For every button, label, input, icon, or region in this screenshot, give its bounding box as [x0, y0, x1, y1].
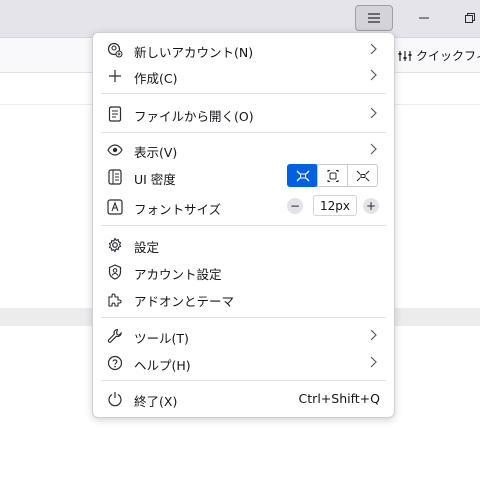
chevron-right-icon — [370, 43, 377, 55]
puzzle-icon — [106, 290, 124, 308]
chevron-right-icon — [370, 356, 377, 368]
menu-item-new-account[interactable]: 新しいアカウント(N) — [101, 37, 386, 63]
hamburger-icon — [368, 13, 380, 23]
filter-sliders-icon — [398, 50, 412, 61]
menu-item-quit[interactable]: 終了(X) Ctrl+Shift+Q — [101, 386, 386, 412]
menu-item-settings[interactable]: 設定 — [101, 232, 386, 258]
menu-item-ui-density: UI 密度 — [101, 164, 386, 190]
chevron-right-icon — [370, 143, 377, 155]
wrench-icon — [106, 327, 124, 345]
menu-separator — [101, 317, 386, 318]
minimize-button[interactable] — [412, 6, 436, 30]
density-toggle-group — [287, 164, 378, 188]
chevron-right-icon — [370, 107, 377, 119]
menu-item-label: UI 密度 — [134, 172, 176, 187]
density-compact-button[interactable] — [287, 164, 318, 187]
app-menu-button[interactable] — [355, 5, 393, 31]
menu-item-label: 作成(C) — [134, 71, 178, 86]
eye-icon — [106, 141, 124, 159]
restore-icon — [465, 13, 475, 23]
quick-filter-button[interactable]: クイックフィル — [398, 47, 480, 64]
touch-density-icon — [356, 170, 369, 181]
layout-icon — [106, 168, 124, 186]
menu-item-label: 新しいアカウント(N) — [134, 45, 254, 60]
menu-item-label: アカウント設定 — [134, 267, 222, 282]
menu-item-view[interactable]: 表示(V) — [101, 137, 386, 163]
chevron-right-icon — [370, 329, 377, 341]
normal-density-icon — [327, 169, 338, 182]
menu-item-help[interactable]: ヘルプ(H) — [101, 350, 386, 376]
menu-item-label: ツール(T) — [134, 331, 189, 346]
app-menu-panel: 新しいアカウント(N) 作成(C) ファイルから開く(O) 表示(V) UI 密… — [92, 32, 395, 418]
help-icon — [106, 354, 124, 372]
menu-item-addons-themes[interactable]: アドオンとテーマ — [101, 286, 386, 312]
plus-icon — [106, 67, 124, 85]
new-account-icon — [106, 41, 124, 59]
minimize-icon — [419, 17, 429, 19]
menu-separator — [101, 225, 386, 226]
menu-item-font-size: フォントサイズ − 12px + — [101, 194, 386, 220]
account-shield-icon — [106, 263, 124, 281]
density-normal-button[interactable] — [317, 164, 348, 187]
density-touch-button[interactable] — [347, 164, 378, 187]
menu-item-account-settings[interactable]: アカウント設定 — [101, 259, 386, 285]
quick-filter-label: クイックフィル — [416, 49, 480, 63]
power-icon — [106, 390, 124, 408]
menu-item-tools[interactable]: ツール(T) — [101, 323, 386, 349]
menu-item-label: ファイルから開く(O) — [134, 109, 254, 124]
menu-item-label: 表示(V) — [134, 145, 178, 160]
file-icon — [106, 105, 124, 123]
restore-button[interactable] — [458, 6, 480, 30]
menu-item-label: フォントサイズ — [134, 202, 222, 217]
menu-item-open-file[interactable]: ファイルから開く(O) — [101, 101, 386, 127]
font-size-decrease-button[interactable]: − — [287, 197, 303, 214]
menu-separator — [101, 93, 386, 94]
chevron-right-icon — [370, 69, 377, 81]
gear-icon — [106, 236, 124, 254]
font-size-control: − 12px + — [287, 195, 379, 216]
font-size-value[interactable]: 12px — [313, 195, 357, 216]
menu-item-label: ヘルプ(H) — [134, 358, 191, 373]
menu-separator — [101, 132, 386, 133]
font-size-increase-button[interactable]: + — [363, 197, 379, 214]
menu-item-label: 設定 — [134, 240, 160, 255]
font-icon — [106, 198, 124, 216]
menu-item-label: 終了(X) — [134, 394, 178, 409]
quit-shortcut: Ctrl+Shift+Q — [298, 391, 380, 406]
menu-item-label: アドオンとテーマ — [134, 294, 235, 309]
compact-icon — [296, 170, 309, 181]
menu-separator — [101, 380, 386, 381]
menu-item-create[interactable]: 作成(C) — [101, 63, 386, 89]
